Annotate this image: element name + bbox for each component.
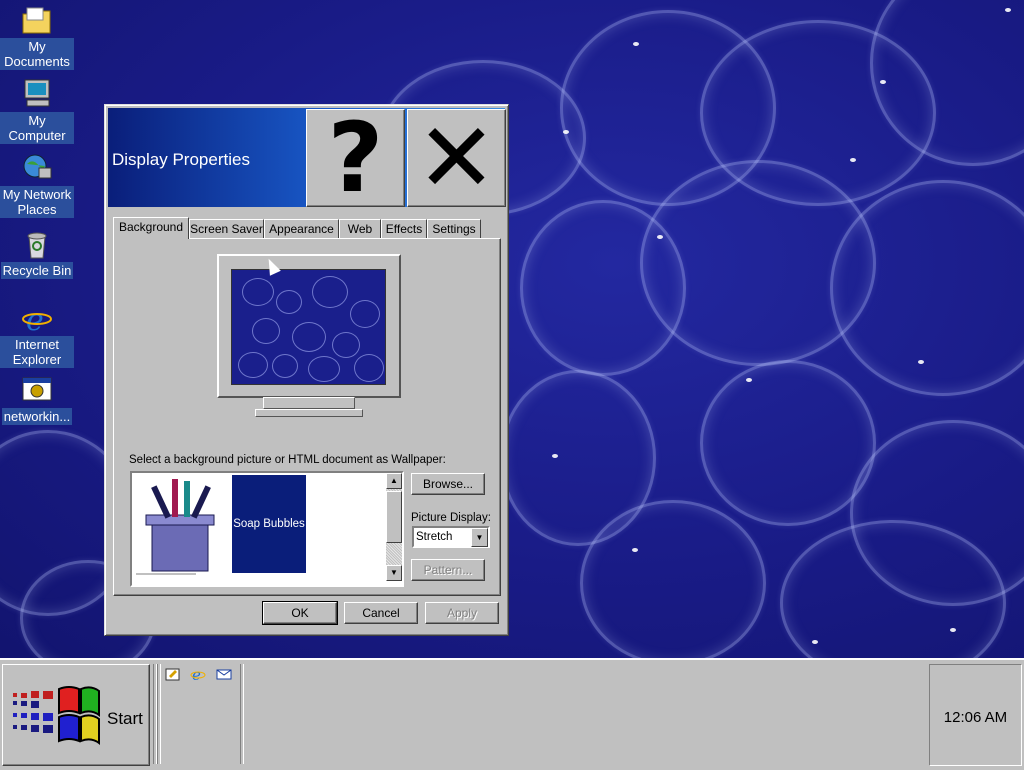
scroll-down-icon[interactable]: ▼	[386, 565, 402, 581]
scroll-thumb[interactable]	[386, 491, 402, 543]
vertical-scrollbar[interactable]: ▲ ▼	[386, 473, 402, 581]
pattern-button[interactable]: Pattern...	[411, 559, 485, 581]
desktop-icon-recycle-bin[interactable]: Recycle Bin	[0, 228, 74, 279]
desktop-icon-label: My Documents	[0, 38, 74, 70]
apply-button[interactable]: Apply	[425, 602, 499, 624]
quick-launch-bar: e	[165, 666, 238, 686]
ok-button-label: OK	[291, 606, 309, 620]
sparkle	[657, 235, 663, 239]
title-bar[interactable]: Display Properties ? ✕	[108, 108, 506, 207]
computer-icon	[21, 78, 53, 110]
picture-display-label: Picture Display:	[411, 512, 491, 524]
tab-screen-saver[interactable]: Screen Saver	[189, 219, 264, 238]
apply-button-label: Apply	[446, 606, 478, 620]
tab-web[interactable]: Web	[339, 219, 381, 238]
question-mark-icon: ?	[327, 102, 384, 214]
desktop-icon-label: Recycle Bin	[0, 262, 74, 279]
sparkle	[552, 454, 558, 458]
start-button[interactable]: Start	[2, 664, 150, 766]
desktop-icon-label: networkin...	[1, 408, 73, 425]
tab-label: Settings	[432, 222, 476, 236]
tab-label: Screen Saver	[190, 222, 263, 236]
tab-label: Appearance	[269, 222, 334, 236]
help-button[interactable]: ?	[306, 109, 405, 207]
setup-program-icon	[21, 374, 53, 406]
desktop-icon-label: My Computer	[0, 112, 74, 144]
sparkle	[632, 548, 638, 552]
desktop-icon-my-computer[interactable]: My Computer	[0, 78, 74, 144]
close-icon: ✕	[416, 102, 497, 214]
picture-display-value: Stretch	[416, 531, 453, 543]
sparkle	[746, 378, 752, 382]
browse-button[interactable]: Browse...	[411, 473, 485, 495]
browse-button-label: Browse...	[422, 477, 473, 491]
wallpaper-list[interactable]: Soap Bubbles ▲ ▼	[130, 471, 404, 587]
close-button[interactable]: ✕	[407, 109, 506, 207]
scroll-up-icon[interactable]: ▲	[386, 473, 402, 489]
desktop-icon-label: Internet Explorer	[0, 336, 74, 368]
monitor-stand	[263, 397, 355, 409]
wallpaper-item-thumbnail[interactable]	[134, 475, 230, 577]
sparkle	[563, 130, 569, 134]
svg-text:e: e	[26, 303, 44, 334]
recycle-bin-icon	[21, 228, 53, 260]
tab-label: Effects	[385, 222, 423, 236]
folder-icon	[21, 4, 53, 36]
chevron-down-icon[interactable]: ▼	[471, 528, 488, 547]
tab-label: Background	[118, 220, 184, 234]
cancel-button-label: Cancel	[362, 606, 400, 620]
tab-effects[interactable]: Effects	[381, 219, 427, 238]
sparkle	[850, 158, 856, 162]
wallpaper-label: Select a background picture or HTML docu…	[129, 454, 446, 466]
internet-explorer-icon: e	[21, 302, 53, 338]
network-globe-icon	[21, 152, 53, 184]
start-label: Start	[107, 709, 143, 728]
windows-logo-icon	[9, 685, 101, 754]
outlook-express-icon[interactable]	[216, 666, 232, 682]
sparkle	[1005, 8, 1011, 12]
wallpaper-preview	[231, 269, 386, 385]
cancel-button[interactable]: Cancel	[344, 602, 418, 624]
tab-settings[interactable]: Settings	[427, 219, 481, 238]
desktop-icon-my-documents[interactable]: My Documents	[0, 4, 74, 70]
pattern-button-label: Pattern...	[423, 563, 473, 577]
clock[interactable]: 12:06 AM	[930, 709, 1021, 726]
picture-display-select[interactable]: Stretch ▼	[412, 526, 490, 548]
desktop-icon-internet-explorer[interactable]: e Internet Explorer	[0, 302, 74, 368]
taskbar: Start e 12:06 AM	[0, 658, 1024, 770]
sparkle	[633, 42, 639, 46]
ok-button[interactable]: OK	[262, 601, 338, 625]
desktop-icon-networking-shortcut[interactable]: networkin...	[0, 374, 74, 425]
system-tray: 12:06 AM	[929, 664, 1022, 766]
tab-background[interactable]: Background	[113, 217, 189, 239]
background-tab-panel: Select a background picture or HTML docu…	[113, 238, 501, 596]
sparkle	[950, 628, 956, 632]
bubble	[580, 500, 766, 658]
monitor-preview	[217, 254, 401, 398]
taskbar-divider	[240, 664, 244, 764]
dialog-title: Display Properties	[112, 150, 250, 169]
wallpaper-item-selected[interactable]: Soap Bubbles	[232, 475, 306, 573]
sparkle	[812, 640, 818, 644]
show-desktop-icon[interactable]	[165, 666, 181, 682]
internet-explorer-icon[interactable]: e	[190, 666, 206, 684]
bubble	[700, 360, 876, 526]
display-properties-dialog: Display Properties ? ✕ Background Screen…	[104, 104, 509, 636]
desktop-icon-label: My Network Places	[0, 186, 74, 218]
tab-appearance[interactable]: Appearance	[264, 219, 339, 238]
taskbar-divider	[157, 664, 161, 764]
sparkle	[918, 360, 924, 364]
sparkle	[880, 80, 886, 84]
tab-label: Web	[347, 222, 373, 236]
monitor-base	[255, 409, 363, 417]
svg-text:e: e	[192, 666, 201, 682]
desktop-icon-my-network-places[interactable]: My Network Places	[0, 152, 74, 218]
